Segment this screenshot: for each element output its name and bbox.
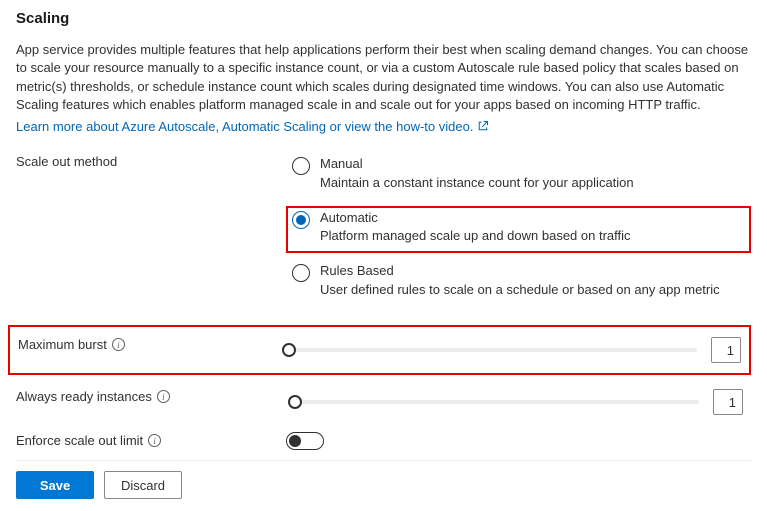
learn-more-link[interactable]: Learn more about Azure Autoscale, Automa… [16,119,489,134]
external-link-icon [477,120,489,132]
radio-option-rules-based[interactable]: Rules Based User defined rules to scale o… [286,259,751,307]
scaling-description: App service provides multiple features t… [16,41,751,115]
always-ready-label: Always ready instances [16,389,152,404]
discard-button[interactable]: Discard [104,471,182,499]
always-ready-slider[interactable] [288,400,699,404]
radio-desc: Platform managed scale up and down based… [320,228,631,245]
always-ready-input[interactable] [713,389,743,415]
button-bar: Save Discard [16,460,751,499]
radio-circle[interactable] [292,157,310,175]
enforce-limit-label: Enforce scale out limit [16,433,143,448]
radio-texts: Rules Based User defined rules to scale o… [320,263,720,299]
radio-texts: AutomaticPlatform managed scale up and d… [320,210,631,246]
info-icon[interactable]: i [157,390,170,403]
slider-thumb[interactable] [282,343,296,357]
maximum-burst-input[interactable] [711,337,741,363]
radio-label: Automatic [320,210,631,227]
radio-dot [296,215,306,225]
always-ready-row: Always ready instances i [16,387,751,417]
learn-more-link-text: Learn more about Azure Autoscale, Automa… [16,119,473,134]
radio-desc: User defined rules to scale on a schedul… [320,282,720,299]
toggle-knob [289,435,301,447]
scale-out-method-label: Scale out method [16,152,286,169]
maximum-burst-slider[interactable] [282,348,697,352]
radio-texts: Manual Maintain a constant instance count… [320,156,634,192]
radio-label: Rules Based [320,263,720,280]
maximum-burst-row: Maximum burst i [8,325,751,375]
enforce-limit-row: Enforce scale out limit i [16,431,751,450]
page-title: Scaling [16,10,751,27]
radio-circle[interactable] [292,264,310,282]
radio-desc: Maintain a constant instance count for y… [320,175,634,192]
radio-option-manual[interactable]: Manual Maintain a constant instance count… [286,152,751,200]
info-icon[interactable]: i [112,338,125,351]
slider-thumb[interactable] [288,395,302,409]
scale-out-method-row: Scale out method Manual Maintain a consta… [16,152,751,307]
scale-out-method-radiogroup: Manual Maintain a constant instance count… [286,152,751,307]
radio-label: Manual [320,156,634,173]
enforce-limit-toggle[interactable] [286,432,324,450]
info-icon[interactable]: i [148,434,161,447]
radio-circle[interactable] [292,211,310,229]
maximum-burst-label: Maximum burst [18,337,107,352]
save-button[interactable]: Save [16,471,94,499]
radio-option-automatic[interactable]: AutomaticPlatform managed scale up and d… [286,206,751,254]
